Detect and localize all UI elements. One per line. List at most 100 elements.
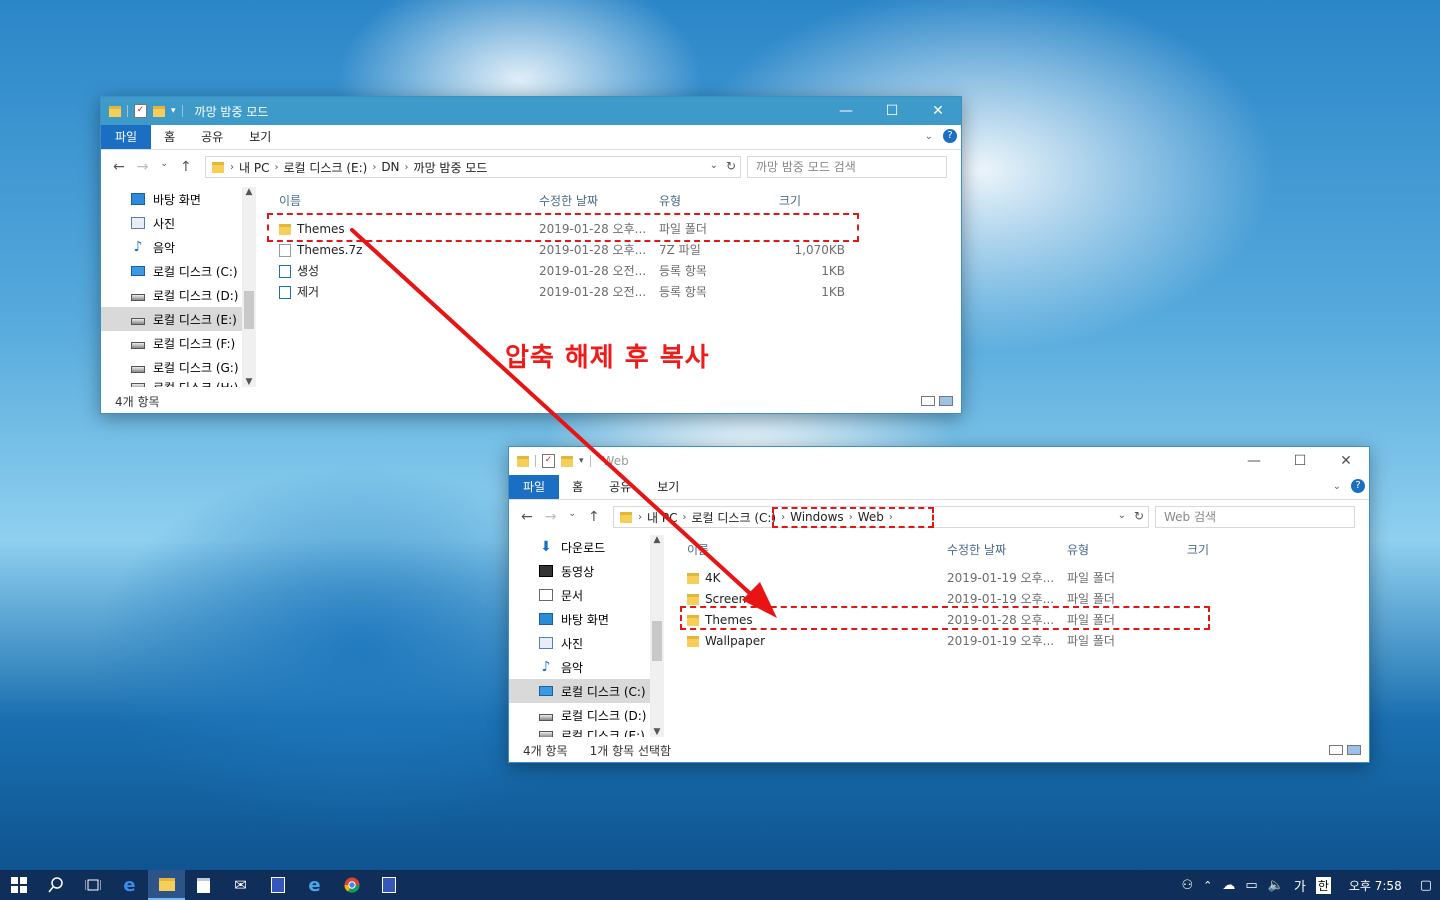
nav-item-drive-d[interactable]: 로컬 디스크 (D:) [509,703,664,727]
forward-arrow-icon[interactable]: → [137,159,149,175]
clock[interactable]: 오후 7:58 [1349,877,1402,894]
nav-item-music[interactable]: ♪ 음악 [509,655,664,679]
column-date[interactable]: 수정한 날짜 [947,541,1006,558]
expand-ribbon-icon[interactable]: ⌄ [925,131,933,142]
large-icons-view-icon[interactable] [1347,745,1361,755]
tab-file[interactable]: 파일 [101,125,152,149]
ime-language[interactable]: 가 [1294,876,1306,895]
quick-access-dropdown-icon[interactable]: ▾ [579,456,584,466]
scroll-up-icon[interactable]: ▲ [242,187,256,197]
file-row[interactable]: Themes.7z 2019-01-28 오후... 7Z 파일 1,070KB [273,239,853,260]
properties-icon[interactable]: ✓ [542,454,555,468]
refresh-icon[interactable]: ↻ [726,159,736,173]
breadcrumb[interactable]: DN [381,160,399,174]
expand-ribbon-icon[interactable]: ⌄ [1333,481,1341,492]
nav-item-desktop[interactable]: 바탕 화면 [101,187,256,211]
large-icons-view-icon[interactable] [939,396,953,406]
search-icon[interactable] [37,870,74,900]
column-type[interactable]: 유형 [1067,541,1089,558]
tab-view[interactable]: 보기 [236,125,284,149]
start-button[interactable] [0,870,37,900]
app-icon[interactable] [370,870,407,900]
properties-icon[interactable]: ✓ [134,104,147,118]
help-icon[interactable]: ? [943,129,957,143]
new-folder-icon[interactable] [561,455,573,467]
file-explorer-icon[interactable] [148,870,185,900]
search-input[interactable]: 까망 밤중 모드 검색 [747,156,947,178]
details-view-icon[interactable] [921,396,935,406]
nav-item-videos[interactable]: 동영상 [509,559,664,583]
back-arrow-icon[interactable]: ← [521,509,533,525]
recent-locations-icon[interactable]: ⌄ [160,159,168,175]
breadcrumb[interactable]: 로컬 디스크 (C:) [691,509,776,526]
nav-item-pictures[interactable]: 사진 [101,211,256,235]
task-view-icon[interactable] [74,870,111,900]
column-type[interactable]: 유형 [659,192,681,209]
minimize-button[interactable]: — [823,97,869,125]
up-arrow-icon[interactable]: ↑ [180,159,192,175]
breadcrumb[interactable]: 까망 밤중 모드 [414,159,488,176]
details-view-icon[interactable] [1329,745,1343,755]
nav-item-drive-h[interactable]: 로컬 디스크 (H:) [101,379,256,387]
scroll-down-icon[interactable]: ▼ [650,727,664,737]
nav-item-downloads[interactable]: ⬇ 다운로드 [509,535,664,559]
close-button[interactable]: ✕ [1323,447,1369,475]
file-row[interactable]: 생성 2019-01-28 오전... 등록 항목 1KB [273,260,853,281]
nav-item-drive-e[interactable]: 로컬 디스크 (E:) [101,307,256,331]
column-date[interactable]: 수정한 날짜 [539,192,598,209]
up-arrow-icon[interactable]: ↑ [588,509,600,525]
show-hidden-icons-icon[interactable]: ⌃ [1203,879,1212,892]
mail-icon[interactable]: ✉ [222,870,259,900]
recent-locations-icon[interactable]: ⌄ [568,509,576,525]
breadcrumb[interactable]: 내 PC [239,159,269,176]
maximize-button[interactable]: ☐ [869,97,915,125]
edge-icon[interactable]: e [111,870,148,900]
nav-item-music[interactable]: ♪ 음악 [101,235,256,259]
help-icon[interactable]: ? [1351,479,1365,493]
maximize-button[interactable]: ☐ [1277,447,1323,475]
action-center-icon[interactable]: ▢ [1420,878,1432,893]
store-icon[interactable] [185,870,222,900]
people-icon[interactable]: ⚇ [1181,878,1193,893]
breadcrumb[interactable]: 로컬 디스크 (E:) [283,159,367,176]
nav-item-drive-f[interactable]: 로컬 디스크 (F:) [101,331,256,355]
nav-item-drive-c[interactable]: 로컬 디스크 (C:) [101,259,256,283]
scroll-thumb[interactable] [244,291,254,329]
column-name[interactable]: 이름 [279,192,301,209]
scroll-down-icon[interactable]: ▼ [242,377,256,387]
chrome-icon[interactable] [333,870,370,900]
minimize-button[interactable]: — [1231,447,1277,475]
ime-mode[interactable]: 한 [1315,876,1331,894]
column-size[interactable]: 크기 [779,192,801,209]
column-name[interactable]: 이름 [687,541,709,558]
nav-item-drive-e[interactable]: 로컬 디스크 (E:) [509,727,664,737]
search-input[interactable]: Web 검색 [1155,506,1355,528]
tab-share[interactable]: 공유 [596,475,644,499]
nav-item-pictures[interactable]: 사진 [509,631,664,655]
address-dropdown-icon[interactable]: ⌄ [1118,510,1126,521]
tab-home[interactable]: 홈 [151,125,188,149]
internet-explorer-icon[interactable]: e [296,870,333,900]
forward-arrow-icon[interactable]: → [545,509,557,525]
onedrive-icon[interactable]: ☁ [1222,878,1235,893]
back-arrow-icon[interactable]: ← [113,159,125,175]
new-folder-icon[interactable] [153,105,165,117]
nav-item-documents[interactable]: 문서 [509,583,664,607]
address-bar[interactable]: › 내 PC › 로컬 디스크 (E:) › DN › 까망 밤중 모드 ⌄ ↻ [205,156,741,178]
app-icon[interactable] [259,870,296,900]
nav-item-desktop[interactable]: 바탕 화면 [509,607,664,631]
title-bar[interactable]: ✓ ▾ 까망 밤중 모드 — ☐ ✕ [101,97,961,125]
column-size[interactable]: 크기 [1187,541,1209,558]
title-bar[interactable]: ✓ ▾ Web — ☐ ✕ [509,447,1369,475]
scroll-thumb[interactable] [652,621,662,661]
refresh-icon[interactable]: ↻ [1134,509,1144,523]
scroll-up-icon[interactable]: ▲ [650,535,664,545]
file-row[interactable]: 4K 2019-01-19 오후... 파일 폴더 [681,567,1261,588]
nav-item-drive-d[interactable]: 로컬 디스크 (D:) [101,283,256,307]
close-button[interactable]: ✕ [915,97,961,125]
nav-item-drive-c[interactable]: 로컬 디스크 (C:) [509,679,664,703]
nav-item-drive-g[interactable]: 로컬 디스크 (G:) [101,355,256,379]
tab-share[interactable]: 공유 [188,125,236,149]
tab-view[interactable]: 보기 [644,475,692,499]
file-row[interactable]: Wallpaper 2019-01-19 오후... 파일 폴더 [681,630,1261,651]
